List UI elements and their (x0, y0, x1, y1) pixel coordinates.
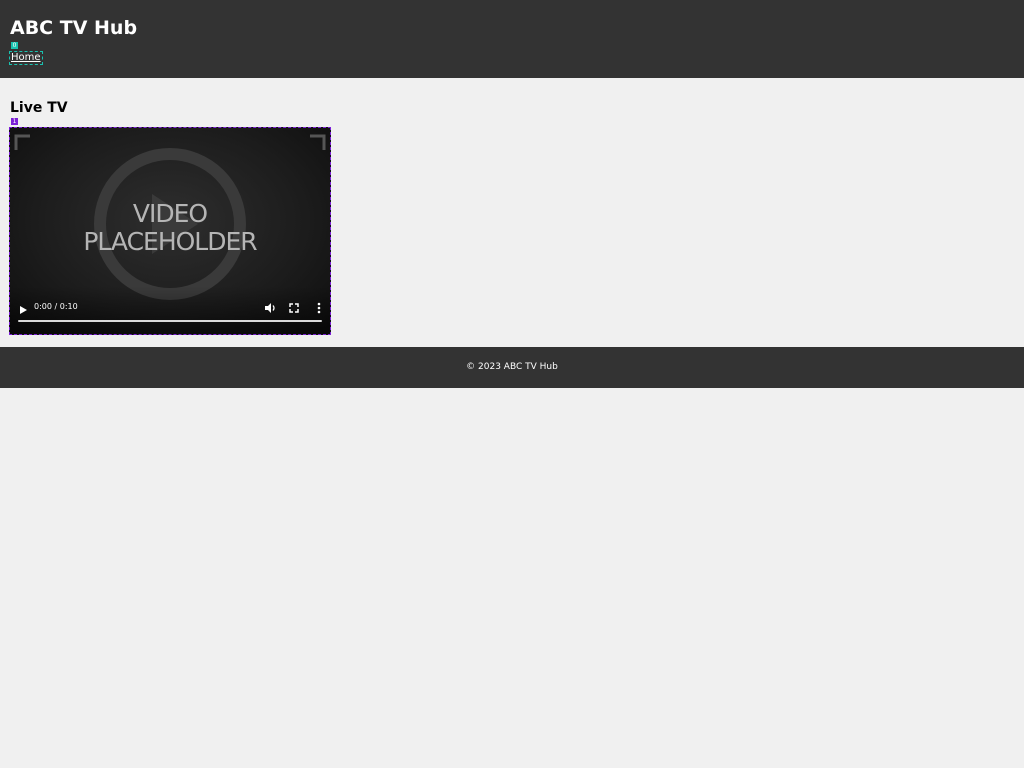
play-icon[interactable] (17, 301, 29, 314)
site-title: ABC TV Hub (10, 17, 138, 39)
site-footer: © 2023 ABC TV Hub (0, 347, 1024, 388)
home-link-badge: 0 (11, 42, 18, 49)
placeholder-line-2: PLACEHOLDER (83, 227, 257, 256)
volume-icon[interactable] (263, 300, 277, 314)
video-progress-bar[interactable] (18, 320, 322, 322)
more-options-icon[interactable] (312, 300, 326, 314)
video-player-badge: 1 (11, 118, 18, 125)
video-time-display: 0:00 / 0:10 (34, 302, 78, 311)
footer-copyright: © 2023 ABC TV Hub (466, 362, 558, 372)
fullscreen-icon[interactable] (287, 300, 301, 314)
video-placeholder-text: VIDEO PLACEHOLDER (10, 200, 330, 256)
video-player[interactable]: VIDEO PLACEHOLDER 0:00 / 0:10 (9, 127, 331, 335)
site-header: ABC TV Hub 0 Home (0, 0, 1024, 78)
nav-home-link[interactable]: Home (9, 51, 43, 65)
placeholder-line-1: VIDEO (132, 199, 208, 228)
section-heading-live-tv: Live TV (10, 100, 68, 116)
